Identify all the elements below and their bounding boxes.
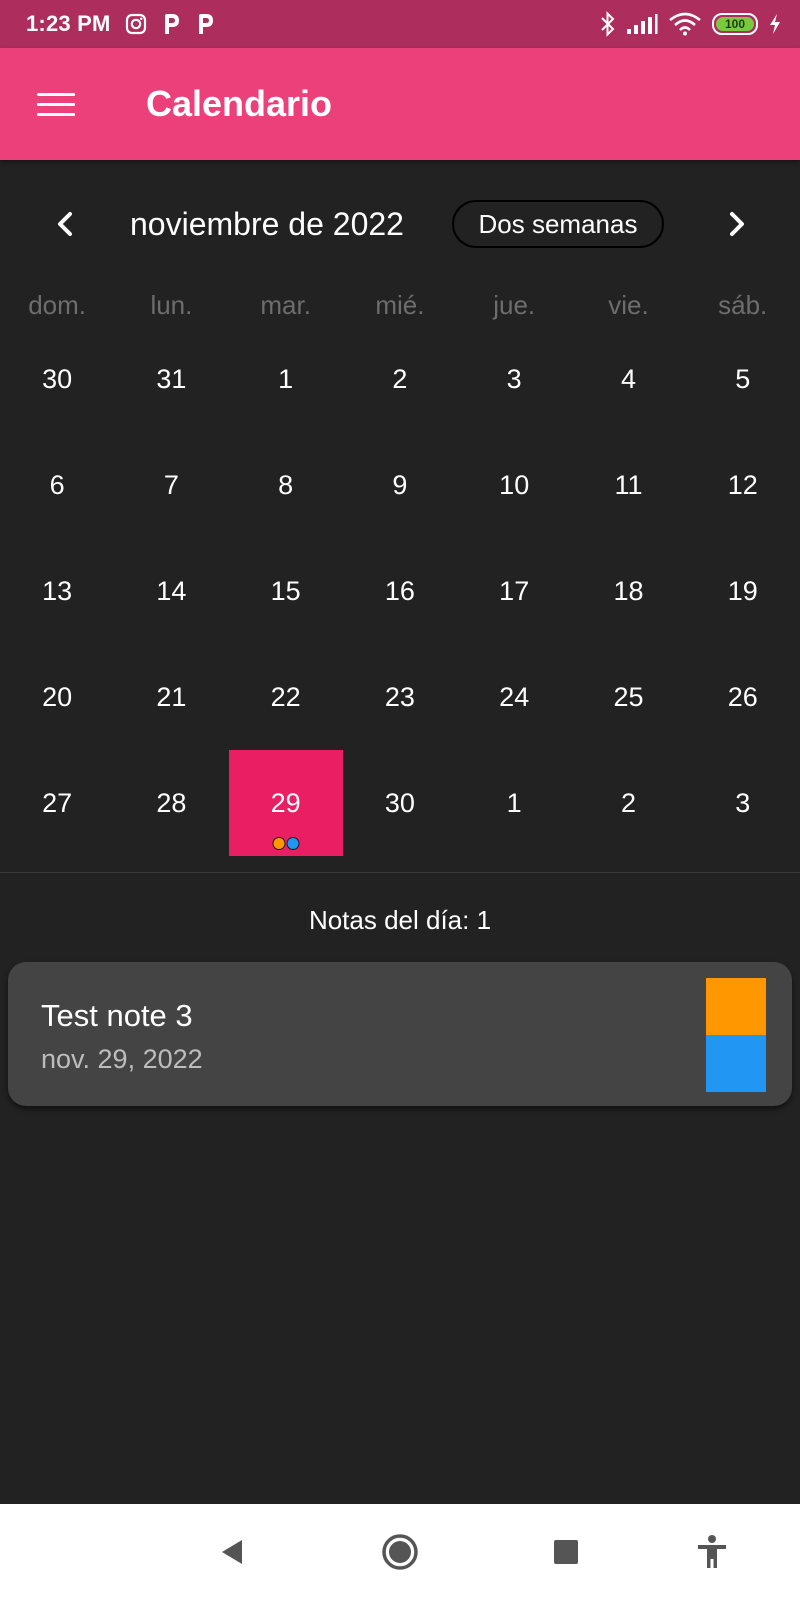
- calendar-day[interactable]: 30: [343, 750, 457, 856]
- calendar-day-selected[interactable]: 29: [228, 750, 343, 856]
- calendar-day[interactable]: 14: [114, 538, 228, 644]
- calendar-grid: 30 31 1 2 3 4 5 6 7 8 9 10 11 12 13 14 1…: [0, 326, 800, 856]
- weekday-label: sáb.: [718, 290, 768, 320]
- calendar-day[interactable]: 2: [343, 326, 457, 432]
- week-row: 27 28 29 30 1 2 3: [0, 750, 800, 856]
- battery-level: 100: [724, 17, 746, 31]
- charging-icon: [770, 14, 780, 34]
- calendar-day[interactable]: 3: [686, 750, 800, 856]
- chevron-right-icon[interactable]: [718, 204, 754, 244]
- calendar-day[interactable]: 13: [0, 538, 114, 644]
- calendar-day[interactable]: 20: [0, 644, 114, 750]
- calendar-day[interactable]: 17: [457, 538, 571, 644]
- note-date: nov. 29, 2022: [41, 1044, 203, 1074]
- hamburger-menu-icon[interactable]: [37, 84, 77, 124]
- home-icon[interactable]: [378, 1530, 422, 1574]
- p-app-icon: [198, 14, 213, 34]
- note-color-strip: [706, 978, 766, 1092]
- calendar-day[interactable]: 16: [343, 538, 457, 644]
- weekday-label: mié.: [375, 290, 425, 320]
- instagram-icon: [125, 13, 146, 35]
- calendar-day[interactable]: 26: [686, 644, 800, 750]
- weekday-label: dom.: [28, 290, 87, 320]
- system-navigation-bar: [0, 1504, 800, 1600]
- event-marker-orange: [272, 837, 286, 850]
- calendar-day[interactable]: 15: [229, 538, 343, 644]
- calendar-day[interactable]: 31: [114, 326, 228, 432]
- signal-icon: [627, 14, 658, 34]
- notes-count: Notas del día: 1: [308, 905, 492, 935]
- calendar-day[interactable]: 5: [686, 326, 800, 432]
- week-row: 20 21 22 23 24 25 26: [0, 644, 800, 750]
- note-color-blue: [706, 1035, 766, 1092]
- calendar-day[interactable]: 25: [571, 644, 685, 750]
- note-color-orange: [706, 978, 766, 1035]
- weekday-header: dom. lun. mar. mié. jue. vie. sáb.: [0, 290, 800, 330]
- calendar-day[interactable]: 2: [571, 750, 685, 856]
- calendar-day-number: 29: [270, 787, 301, 818]
- week-row: 13 14 15 16 17 18 19: [0, 538, 800, 644]
- calendar-day[interactable]: 12: [686, 432, 800, 538]
- calendar-day[interactable]: 11: [571, 432, 685, 538]
- calendar-format-button[interactable]: Dos semanas: [452, 200, 664, 248]
- status-time: 1:23 PM: [26, 11, 111, 36]
- app-bar: Calendario: [0, 48, 800, 160]
- note-card[interactable]: Test note 3 nov. 29, 2022: [8, 962, 792, 1106]
- p-app-icon: [164, 14, 179, 34]
- calendar-day[interactable]: 28: [114, 750, 228, 856]
- event-markers: [272, 837, 300, 850]
- calendar-day[interactable]: 19: [686, 538, 800, 644]
- calendar-day[interactable]: 4: [571, 326, 685, 432]
- weekday-label: mar.: [260, 290, 311, 320]
- weekday-label: lun.: [150, 290, 193, 320]
- calendar-day[interactable]: 3: [457, 326, 571, 432]
- calendar-day[interactable]: 1: [457, 750, 571, 856]
- divider: [0, 872, 800, 873]
- calendar-day[interactable]: 8: [229, 432, 343, 538]
- accessibility-icon[interactable]: [690, 1530, 734, 1574]
- battery-icon: 100: [712, 13, 758, 35]
- calendar-day[interactable]: 30: [0, 326, 114, 432]
- weekday-label: vie.: [608, 290, 649, 320]
- status-bar: 1:23 PM 100: [0, 0, 800, 48]
- calendar-day[interactable]: 6: [0, 432, 114, 538]
- calendar-day[interactable]: 23: [343, 644, 457, 750]
- back-icon[interactable]: [210, 1530, 254, 1574]
- week-row: 6 7 8 9 10 11 12: [0, 432, 800, 538]
- calendar-day[interactable]: 10: [457, 432, 571, 538]
- page-title: Calendario: [146, 83, 333, 124]
- note-title: Test note 3: [41, 998, 193, 1033]
- chevron-left-icon[interactable]: [48, 204, 84, 244]
- calendar-day[interactable]: 27: [0, 750, 114, 856]
- week-row: 30 31 1 2 3 4 5: [0, 326, 800, 432]
- calendar-day[interactable]: 24: [457, 644, 571, 750]
- calendar-day[interactable]: 7: [114, 432, 228, 538]
- month-title: noviembre de 2022: [130, 206, 404, 242]
- calendar-day[interactable]: 21: [114, 644, 228, 750]
- weekday-label: jue.: [493, 290, 536, 320]
- calendar-header: noviembre de 2022 Dos semanas: [0, 196, 800, 252]
- wifi-icon: [669, 12, 701, 36]
- calendar-day[interactable]: 9: [343, 432, 457, 538]
- calendar-day[interactable]: 18: [571, 538, 685, 644]
- calendar-day[interactable]: 1: [229, 326, 343, 432]
- bluetooth-icon: [601, 11, 615, 37]
- calendar-day[interactable]: 22: [229, 644, 343, 750]
- event-marker-blue: [286, 837, 300, 850]
- recents-icon[interactable]: [544, 1530, 588, 1574]
